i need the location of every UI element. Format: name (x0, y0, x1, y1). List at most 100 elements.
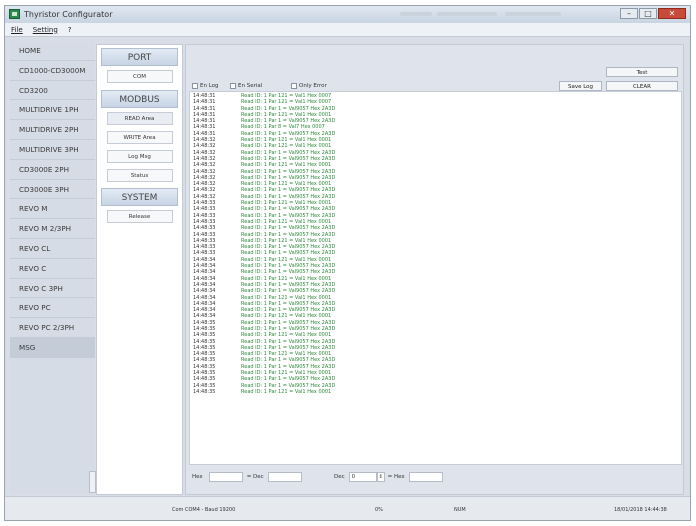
log-line: 14:48:35 Read ID: 1 Par 121 = Val1 Hex 00… (190, 389, 681, 395)
sidebar-item-multidrive-2ph[interactable]: MULTIDRIVE 2PH (10, 120, 95, 140)
sidebar-item-cd3000e-2ph[interactable]: CD3000E 2PH (10, 160, 95, 180)
background-tab-blur (505, 12, 561, 16)
function-panel: PORT COM MODBUS READ Area WRITE Area Log… (96, 44, 183, 495)
log-message: Read ID: 1 Par 1 = Val9057 Hex 2A3D (241, 155, 336, 162)
log-message: Read ID: 1 Par 1 = Val9057 Hex 2A3D (241, 105, 336, 112)
checkbox-box[interactable] (230, 83, 236, 89)
log-message: Read ID: 1 Par 121 = Val1 Hex 0007 (241, 99, 332, 106)
sidebar-scrollbar[interactable] (89, 471, 96, 493)
en-log-checkbox[interactable]: En Log (192, 83, 219, 89)
sidebar-item-revo-pc-2-3ph[interactable]: REVO PC 2/3PH (10, 318, 95, 338)
log-message: Read ID: 1 Par 1 = Val9057 Hex 2A3D (241, 193, 336, 200)
log-msg-button[interactable]: Log Msg (106, 150, 173, 163)
log-message: Read ID: 1 Par 121 = Val1 Hex 0001 (241, 275, 332, 282)
release-button[interactable]: Release (106, 210, 173, 223)
sidebar-item-cd3200[interactable]: CD3200 (10, 81, 95, 101)
hex-to-dec-converter: Hex = Dec (192, 471, 302, 482)
progress-percent: 0% (375, 507, 383, 513)
log-message: Read ID: 1 Par 1 = Val9057 Hex 2A3D (241, 225, 336, 232)
close-icon[interactable]: ✕ (658, 8, 686, 19)
sidebar-item-revo-cl[interactable]: REVO CL (10, 239, 95, 259)
write-area-button[interactable]: WRITE Area (106, 131, 173, 144)
log-message: Read ID: 1 Par 121 = Val1 Hex 0001 (241, 370, 332, 377)
log-message: Read ID: 1 Par 1 = Val9057 Hex 2A3D (241, 244, 336, 251)
hex-result-field (408, 471, 443, 482)
menu-file[interactable]: File (11, 26, 23, 34)
clear-button[interactable]: CLEAR (606, 81, 678, 91)
sidebar-item-revo-c-3ph[interactable]: REVO C 3PH (10, 279, 95, 299)
spinner-arrows-icon[interactable]: ⇕ (376, 471, 385, 482)
port-header[interactable]: PORT (101, 48, 178, 66)
log-message: Read ID: 1 Par 121 = Val1 Hex 0001 (241, 237, 332, 244)
sidebar-item-multidrive-1ph[interactable]: MULTIDRIVE 1PH (10, 100, 95, 121)
dec-input[interactable]: 0 (348, 471, 377, 482)
log-message: Read ID: 1 Par 1 = Val9057 Hex 2A3D (241, 168, 336, 175)
log-content-area: Test Save Log CLEAR En Log En Serial Onl… (185, 44, 684, 495)
modbus-header[interactable]: MODBUS (101, 90, 178, 108)
save-log-button[interactable]: Save Log (559, 81, 602, 91)
status-button[interactable]: Status (106, 169, 173, 182)
log-message: Read ID: 1 Par 121 = Val1 Hex 0001 (241, 332, 332, 339)
sidebar-item-home[interactable]: HOME (10, 41, 95, 61)
num-lock-indicator: NUM (454, 507, 466, 513)
log-message: Read ID: 1 Par 1 = Val9057 Hex 2A3D (241, 357, 336, 364)
sidebar-item-revo-m-2-3ph[interactable]: REVO M 2/3PH (10, 219, 95, 239)
sidebar-item-multidrive-3ph[interactable]: MULTIDRIVE 3PH (10, 140, 95, 160)
log-message: Read ID: 1 Par 1 = Val9057 Hex 2A3D (241, 376, 336, 383)
log-message: Read ID: 1 Par 1 = Val9057 Hex 2A3D (241, 187, 336, 194)
log-message: Read ID: 1 Par 1 = Val9057 Hex 2A3D (241, 118, 336, 125)
menu-help[interactable]: ? (68, 26, 72, 34)
log-message: Read ID: 1 Par 1 = Val9057 Hex 2A3D (241, 206, 336, 213)
checkbox-label: Only Error (299, 83, 327, 89)
menu-setting[interactable]: Setting (33, 26, 58, 34)
log-message: Read ID: 1 Par 8 = Val7 Hex 0007 (241, 124, 325, 131)
log-message: Read ID: 1 Par 1 = Val9057 Hex 2A3D (241, 300, 336, 307)
log-message: Read ID: 1 Par 1 = Val9057 Hex 2A3D (241, 130, 336, 137)
log-message: Read ID: 1 Par 1 = Val9057 Hex 2A3D (241, 344, 336, 351)
checkbox-label: En Log (200, 83, 219, 89)
log-message: Read ID: 1 Par 121 = Val1 Hex 0001 (241, 137, 332, 144)
log-message: Read ID: 1 Par 121 = Val1 Hex 0001 (241, 218, 332, 225)
message-log[interactable]: 14:48:31 Read ID: 1 Par 121 = Val1 Hex 00… (189, 91, 682, 465)
sidebar-item-cd3000e-3ph[interactable]: CD3000E 3PH (10, 180, 95, 200)
sidebar-item-cd1000-cd3000m[interactable]: CD1000-CD3000M (10, 61, 95, 81)
minimize-icon[interactable]: – (620, 8, 638, 19)
system-header[interactable]: SYSTEM (101, 188, 178, 206)
en-serial-checkbox[interactable]: En Serial (230, 83, 262, 89)
menu-bar: File Setting ? (5, 23, 690, 37)
checkbox-label: En Serial (238, 83, 263, 89)
hex-label: Hex (192, 473, 203, 480)
background-tab-blur (437, 12, 497, 16)
read-area-button[interactable]: READ Area (106, 112, 173, 125)
background-tab-blur (400, 12, 432, 16)
log-message: Read ID: 1 Par 1 = Val9057 Hex 2A3D (241, 319, 336, 326)
hex-result-label: = Hex (387, 473, 405, 480)
hex-input[interactable] (208, 471, 243, 482)
maximize-icon[interactable]: □ (639, 8, 657, 19)
log-message: Read ID: 1 Par 121 = Val1 Hex 0001 (241, 162, 332, 169)
log-message: Read ID: 1 Par 121 = Val1 Hex 0001 (241, 351, 332, 358)
dec-result-label: = Dec (246, 473, 264, 480)
sidebar-item-revo-c[interactable]: REVO C (10, 259, 95, 279)
log-message: Read ID: 1 Par 1 = Val9057 Hex 2A3D (241, 288, 336, 295)
log-message: Read ID: 1 Par 121 = Val1 Hex 0001 (241, 388, 332, 395)
checkbox-box[interactable] (192, 83, 198, 89)
checkbox-box[interactable] (291, 83, 297, 89)
date-time: 18/01/2018 14:44:38 (614, 507, 667, 513)
device-sidebar: HOME CD1000-CD3000M CD3200 MULTIDRIVE 1P… (10, 41, 96, 494)
test-button[interactable]: Test (606, 67, 678, 77)
com-button[interactable]: COM (106, 70, 173, 83)
log-message: Read ID: 1 Par 1 = Val9057 Hex 2A3D (241, 269, 336, 276)
log-message: Read ID: 1 Par 1 = Val9057 Hex 2A3D (241, 149, 336, 156)
log-message: Read ID: 1 Par 1 = Val9057 Hex 2A3D (241, 307, 336, 314)
sidebar-item-revo-m[interactable]: REVO M (10, 199, 95, 220)
com-status: Com COM4 - Baud 19200 (172, 507, 236, 513)
log-message: Read ID: 1 Par 121 = Val1 Hex 0001 (241, 143, 332, 150)
only-error-checkbox[interactable]: Only Error (291, 83, 327, 89)
log-message: Read ID: 1 Par 1 = Val9057 Hex 2A3D (241, 263, 336, 270)
sidebar-item-revo-pc[interactable]: REVO PC (10, 298, 95, 319)
log-message: Read ID: 1 Par 121 = Val1 Hex 0001 (241, 313, 332, 320)
window-title: Thyristor Configurator (24, 10, 113, 19)
sidebar-item-msg[interactable]: MSG (10, 337, 95, 358)
dec-label: Dec (334, 473, 345, 480)
